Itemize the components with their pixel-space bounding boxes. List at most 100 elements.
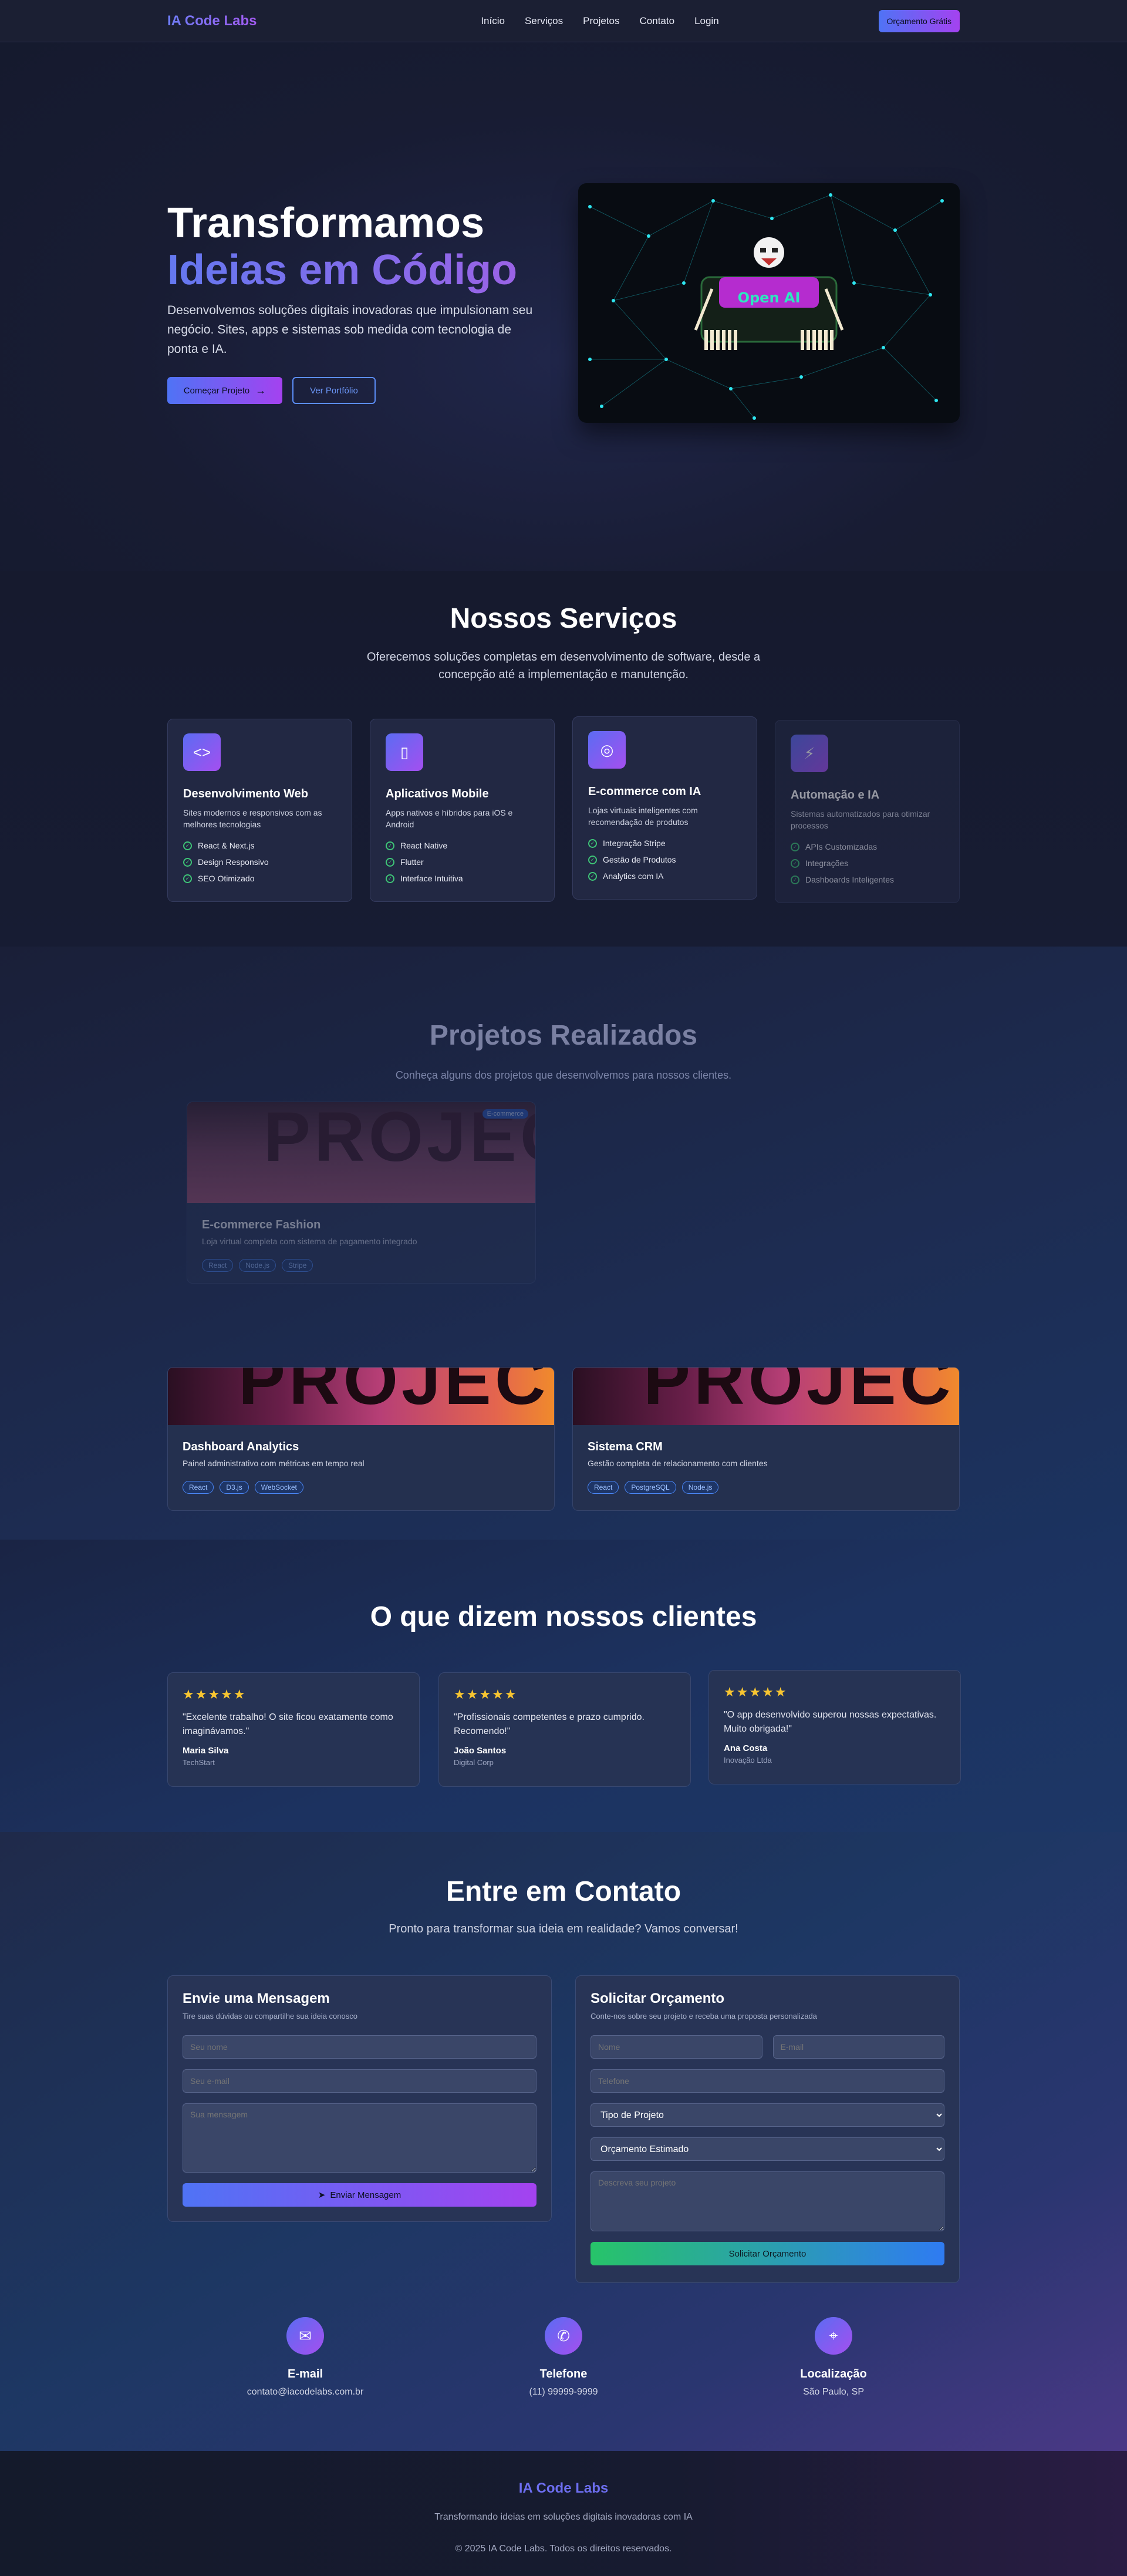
project-image-text: PROJECTS	[643, 1368, 959, 1419]
smartphone-icon: ▯	[386, 733, 423, 771]
message-form-subtitle: Tire suas dúvidas ou compartilhe sua ide…	[183, 2012, 357, 2021]
view-portfolio-button[interactable]: Ver Portfólio	[292, 377, 376, 404]
contact-info-email: ✉ E-mail contato@iacodelabs.com.br	[217, 2317, 393, 2397]
feature-item: ✓ Design Responsivo	[183, 857, 336, 867]
hero-title: Transformamos Ideias em Código	[167, 200, 517, 294]
feature-item: ✓ Integração Stripe	[588, 839, 741, 848]
feature-label: Flutter	[400, 857, 424, 867]
send-icon: ➤	[318, 2190, 326, 2200]
service-title: Aplicativos Mobile	[386, 787, 489, 800]
testimonial-card: ★★★★★ "Excelente trabalho! O site ficou …	[167, 1672, 420, 1787]
check-circle-icon: ✓	[791, 858, 799, 868]
tech-tags: React D3.js WebSocket	[183, 1481, 554, 1494]
check-circle-icon: ✓	[588, 855, 597, 864]
hero-title-line1: Transformamos	[167, 200, 485, 247]
hero-image-label: Open AI	[738, 289, 801, 306]
service-title: Automação e IA	[791, 789, 880, 802]
nav-link-servicos[interactable]: Serviços	[525, 15, 563, 27]
info-value[interactable]: contato@iacodelabs.com.br	[217, 2387, 393, 2397]
check-circle-icon: ✓	[588, 871, 597, 881]
service-title: Desenvolvimento Web	[183, 787, 309, 800]
ai-chip-illustration: Open AI	[588, 193, 944, 420]
testimonials-title: O que dizem nossos clientes	[370, 1601, 757, 1632]
tech-tag: Node.js	[681, 1481, 719, 1494]
send-message-button[interactable]: ➤ Enviar Mensagem	[183, 2183, 536, 2207]
testimonial-company: TechStart	[183, 1758, 215, 1767]
project-desc: Gestão completa de relacionamento com cl…	[588, 1459, 768, 1468]
feature-item: ✓ APIs Customizadas	[791, 842, 944, 851]
name-email-row	[591, 2035, 944, 2069]
feature-label: React & Next.js	[198, 841, 255, 850]
service-card-mobile[interactable]: ▯ Aplicativos Mobile Apps nativos e híbr…	[370, 719, 555, 902]
testimonial-quote: "Excelente trabalho! O site ficou exatam…	[183, 1712, 393, 1736]
project-description-textarea[interactable]	[591, 2171, 944, 2231]
hero-section: Transformamos Ideias em Código Desenvolv…	[0, 42, 1127, 571]
feature-label: Dashboards Inteligentes	[805, 875, 894, 884]
project-card-crm[interactable]: PROJECTS Sistema CRM Gestão completa de …	[572, 1367, 960, 1511]
footer-logo[interactable]: IA Code Labs	[0, 2480, 1127, 2497]
nav-link-inicio[interactable]: Início	[481, 15, 505, 27]
message-form: Envie uma Mensagem Tire suas dúvidas ou …	[167, 1975, 552, 2222]
tech-tag: React	[202, 1259, 234, 1272]
project-card-dashboard[interactable]: PROJECTS Dashboard Analytics Painel admi…	[167, 1367, 555, 1511]
testimonial-author: Maria Silva	[183, 1746, 229, 1756]
testimonials-section: O que dizem nossos clientes ★★★★★ "Excel…	[0, 1540, 1127, 1832]
project-card-ecommerce[interactable]: PROJECTS E-commerce E-commerce Fashion L…	[187, 1102, 536, 1284]
request-quote-button[interactable]: Solicitar Orçamento	[591, 2242, 944, 2265]
feature-label: Interface Intuitiva	[400, 874, 463, 883]
info-value[interactable]: (11) 99999-9999	[475, 2387, 652, 2397]
quote-form-subtitle: Conte-nos sobre seu projeto e receba uma…	[591, 2012, 817, 2021]
project-image: PROJECTS	[168, 1368, 554, 1425]
code-icon: <>	[183, 733, 221, 771]
check-circle-icon: ✓	[183, 874, 192, 883]
feature-label: Integrações	[805, 858, 849, 868]
check-circle-icon: ✓	[183, 857, 192, 867]
feature-label: Integração Stripe	[603, 839, 666, 848]
nav-link-contato[interactable]: Contato	[640, 15, 675, 27]
services-title: Nossos Serviços	[450, 603, 677, 634]
project-desc: Loja virtual completa com sistema de pag…	[202, 1237, 417, 1246]
service-card-ecommerce[interactable]: ◎ E-commerce com IA Lojas virtuais intel…	[572, 716, 757, 900]
project-title: E-commerce Fashion	[202, 1218, 321, 1231]
star-rating-icon: ★★★★★	[183, 1687, 247, 1702]
nav-link-login[interactable]: Login	[694, 15, 719, 27]
budget-select[interactable]: Orçamento Estimado	[591, 2137, 944, 2161]
start-project-button[interactable]: Começar Projeto →	[167, 377, 282, 404]
service-card-web[interactable]: <> Desenvolvimento Web Sites modernos e …	[167, 719, 352, 902]
tech-tag: React	[588, 1481, 619, 1494]
contact-info-phone: ✆ Telefone (11) 99999-9999	[475, 2317, 652, 2397]
brand-logo[interactable]: IA Code Labs	[167, 13, 257, 29]
quote-name-input[interactable]	[591, 2035, 762, 2059]
tech-tag: PostgreSQL	[625, 1481, 676, 1494]
message-textarea[interactable]	[183, 2103, 536, 2173]
project-type-select[interactable]: Tipo de Projeto	[591, 2103, 944, 2127]
footer-tagline: Transformando ideias em soluções digitai…	[434, 2512, 693, 2522]
quote-email-input[interactable]	[772, 2035, 944, 2059]
star-rating-icon: ★★★★★	[724, 1685, 788, 1699]
service-desc: Apps nativos e híbridos para iOS e Andro…	[386, 808, 513, 829]
service-desc: Sistemas automatizados para otimizar pro…	[791, 809, 930, 830]
tech-tag: React	[183, 1481, 214, 1494]
phone-input[interactable]	[591, 2069, 944, 2093]
service-card-automation[interactable]: ⚡ Automação e IA Sistemas automatizados …	[775, 720, 960, 903]
name-input[interactable]	[183, 2035, 536, 2059]
testimonial-author: Ana Costa	[724, 1743, 768, 1753]
feature-item: ✓ Interface Intuitiva	[386, 874, 539, 883]
free-quote-button[interactable]: Orçamento Grátis	[878, 10, 960, 32]
hero-description: Desenvolvemos soluções digitais inovador…	[167, 304, 533, 356]
quote-form-title: Solicitar Orçamento	[591, 1991, 725, 2006]
mail-icon: ✉	[286, 2317, 324, 2355]
nav-link-projetos[interactable]: Projetos	[583, 15, 619, 27]
feature-item: ✓ Gestão de Produtos	[588, 855, 741, 864]
email-input[interactable]	[183, 2069, 536, 2093]
tech-tag: D3.js	[220, 1481, 249, 1494]
project-desc: Painel administrativo com métricas em te…	[183, 1459, 365, 1468]
service-desc: Lojas virtuais inteligentes com recomend…	[588, 806, 698, 827]
hero-image: Open AI	[578, 183, 960, 423]
project-image-text: PROJECTS	[238, 1368, 554, 1419]
tech-tags: React Node.js Stripe	[202, 1259, 535, 1272]
testimonial-author: João Santos	[454, 1746, 507, 1756]
check-circle-icon: ✓	[386, 841, 394, 850]
testimonial-company: Digital Corp	[454, 1758, 494, 1767]
feature-item: ✓ React Native	[386, 841, 539, 850]
